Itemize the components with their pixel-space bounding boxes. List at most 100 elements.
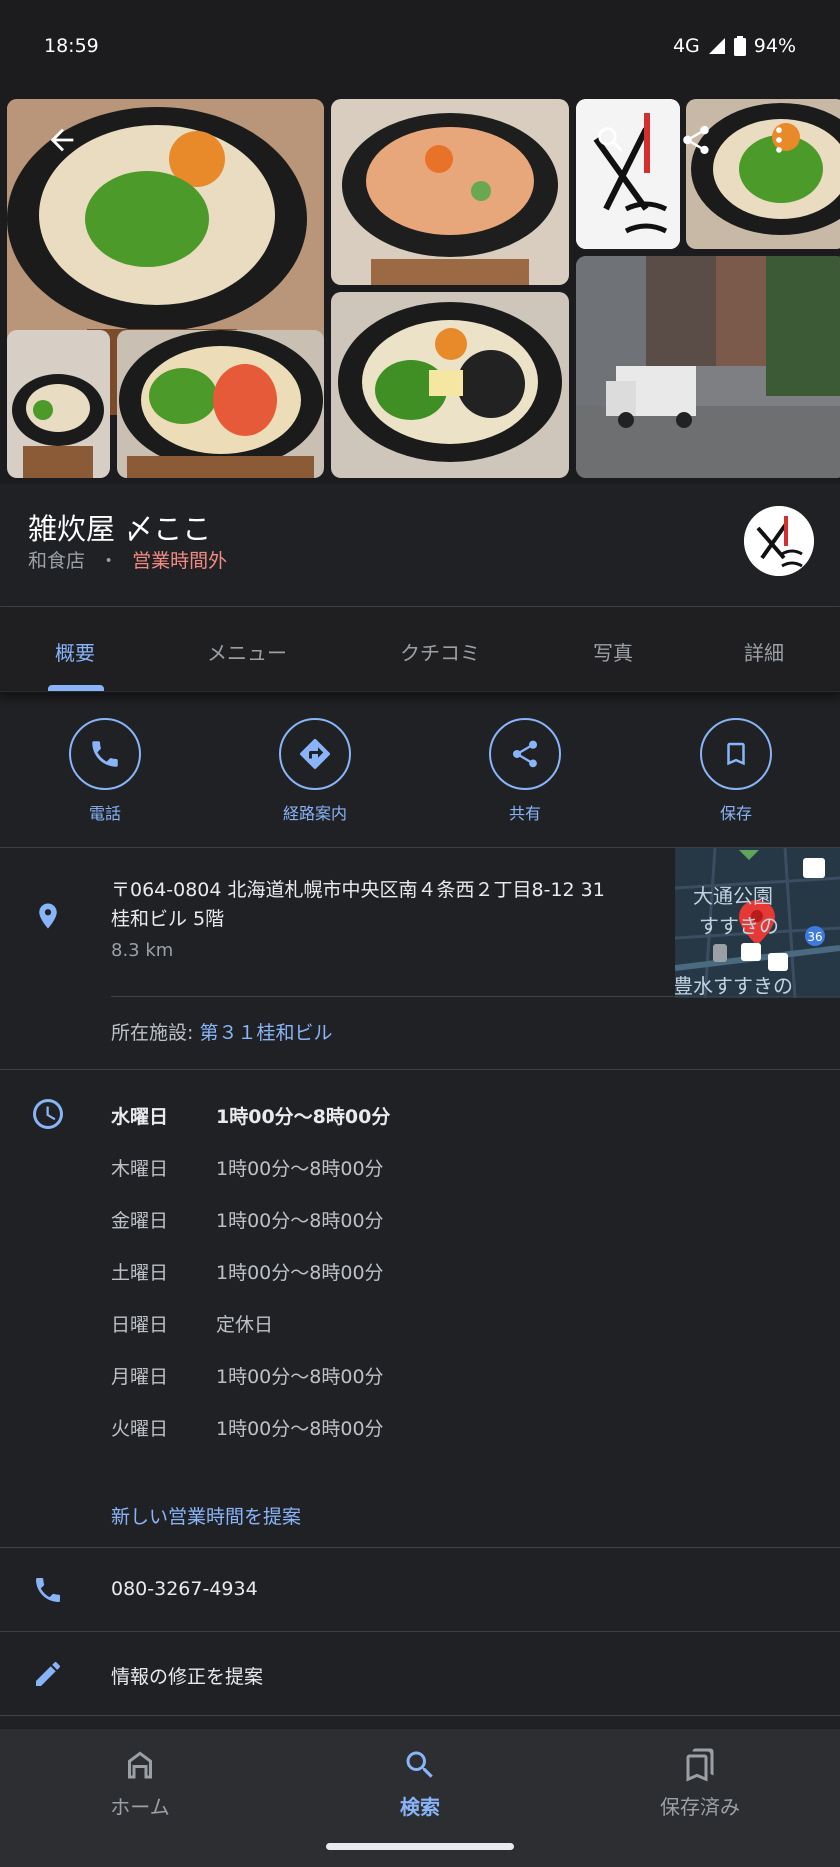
hours-icon-wrap bbox=[30, 1096, 66, 1132]
hours-row-thu: 木曜日 1時00分～8時00分 bbox=[111, 1154, 384, 1181]
tab-reviews[interactable]: クチコミ bbox=[400, 637, 480, 666]
gesture-home-indicator[interactable] bbox=[326, 1843, 514, 1850]
map-label-park: 大通公園 bbox=[693, 884, 773, 908]
logo-image-icon bbox=[744, 506, 814, 576]
battery-percent: 94% bbox=[753, 35, 796, 57]
status-bar: 18:59 4G 94% bbox=[0, 0, 840, 92]
tab-photos[interactable]: 写真 bbox=[593, 637, 633, 666]
hours-day: 水曜日 bbox=[111, 1106, 169, 1128]
facility-link[interactable]: 第３１桂和ビル bbox=[199, 1022, 332, 1044]
nav-saved-label: 保存済み bbox=[660, 1795, 740, 1819]
edit-icon-wrap bbox=[30, 1656, 66, 1692]
photo-zosui-kimchi[interactable] bbox=[117, 330, 324, 478]
share-label: 共有 bbox=[508, 804, 541, 823]
directions-button[interactable]: 経路案内 bbox=[245, 718, 385, 824]
save-label: 保存 bbox=[719, 804, 752, 823]
distance-text: 8.3 km bbox=[111, 940, 174, 961]
photo-zosui-5[interactable] bbox=[7, 330, 110, 478]
hours-day: 土曜日 bbox=[111, 1262, 169, 1284]
suggest-edit-row[interactable]: 情報の修正を提案 bbox=[0, 1632, 840, 1716]
call-button[interactable]: 電話 bbox=[35, 718, 175, 824]
place-logo[interactable] bbox=[744, 506, 814, 576]
nav-home-label: ホーム bbox=[110, 1795, 170, 1819]
nav-search[interactable]: 検索 bbox=[320, 1747, 520, 1820]
hours-day: 日曜日 bbox=[111, 1314, 169, 1336]
hours-time: 1時00分～8時00分 bbox=[216, 1158, 384, 1180]
address-line-1: 〒064-0804 北海道札幌市中央区南４条西２丁目8-12 31 bbox=[111, 879, 605, 901]
top-controls bbox=[0, 108, 840, 172]
map-label-area2: 豊水すすきの bbox=[675, 974, 793, 998]
photo-zosui-4[interactable] bbox=[331, 292, 569, 478]
more-vert-icon bbox=[776, 127, 782, 153]
tab-menu[interactable]: メニュー bbox=[207, 637, 287, 666]
tab-details[interactable]: 詳細 bbox=[744, 637, 784, 666]
clock-icon bbox=[33, 1099, 63, 1129]
map-label-area: すすきの bbox=[699, 914, 779, 938]
hours-row-sat: 土曜日 1時00分～8時00分 bbox=[111, 1258, 384, 1285]
share-top-button[interactable] bbox=[668, 112, 724, 168]
suggest-hours-link[interactable]: 新しい営業時間を提案 bbox=[111, 1502, 301, 1529]
phone-icon-wrap bbox=[30, 1572, 66, 1608]
nav-saved[interactable]: 保存済み bbox=[600, 1747, 800, 1820]
place-header: 雑炊屋 〆ここ 和食店 ・ 営業時間外 bbox=[0, 484, 840, 606]
hours-time: 1時00分～8時00分 bbox=[216, 1106, 391, 1128]
address-icon-wrap bbox=[30, 898, 66, 934]
open-status[interactable]: 営業時間外 bbox=[132, 550, 227, 572]
home-icon bbox=[128, 1751, 152, 1779]
directions-circle bbox=[279, 718, 351, 790]
facility-row: 所在施設: 第３１桂和ビル bbox=[111, 1018, 332, 1045]
place-title: 雑炊屋 〆ここ bbox=[28, 512, 212, 546]
mini-map[interactable]: 36 大通公園 すすきの 豊水すすきの bbox=[675, 848, 840, 998]
hours-row-fri: 金曜日 1時00分～8時00分 bbox=[111, 1206, 384, 1233]
hours-time: 1時00分～8時00分 bbox=[216, 1262, 384, 1284]
hours-row-mon: 月曜日 1時00分～8時00分 bbox=[111, 1362, 384, 1389]
phone-number: 080-3267-4934 bbox=[111, 1578, 258, 1600]
search-button[interactable] bbox=[583, 112, 639, 168]
share-button[interactable]: 共有 bbox=[455, 718, 595, 824]
hours-day: 月曜日 bbox=[111, 1366, 169, 1388]
address-line-2: 桂和ビル 5階 bbox=[111, 908, 225, 930]
bookmark-icon bbox=[727, 742, 745, 766]
call-circle bbox=[69, 718, 141, 790]
address-section: 〒064-0804 北海道札幌市中央区南４条西２丁目8-12 31 桂和ビル 5… bbox=[0, 848, 840, 1070]
location-pin-icon bbox=[39, 903, 57, 929]
phone-row[interactable]: 080-3267-4934 bbox=[0, 1548, 840, 1632]
nav-home[interactable]: ホーム bbox=[40, 1747, 240, 1820]
saved-bookmarks-icon bbox=[686, 1748, 714, 1782]
action-buttons: 電話 経路案内 共有 保存 bbox=[0, 692, 840, 848]
address-text[interactable]: 〒064-0804 北海道札幌市中央区南４条西２丁目8-12 31 桂和ビル 5… bbox=[111, 876, 651, 934]
subtitle-separator: ・ bbox=[99, 550, 119, 572]
share-circle bbox=[489, 718, 561, 790]
directions-label: 経路案内 bbox=[282, 804, 347, 823]
tab-overview[interactable]: 概要 bbox=[55, 637, 95, 666]
facility-label: 所在施設: bbox=[111, 1022, 200, 1044]
hours-time: 1時00分～8時00分 bbox=[216, 1366, 384, 1388]
address-divider bbox=[111, 996, 840, 997]
active-tab-indicator bbox=[48, 685, 104, 691]
search-icon bbox=[406, 1751, 433, 1778]
network-label: 4G bbox=[672, 35, 700, 57]
share-icon bbox=[512, 740, 538, 768]
photo-street[interactable] bbox=[576, 256, 840, 478]
share-icon bbox=[683, 125, 709, 155]
back-button[interactable] bbox=[34, 112, 90, 168]
hours-day: 木曜日 bbox=[111, 1158, 169, 1180]
hours-time: 1時00分～8時00分 bbox=[216, 1210, 384, 1232]
save-button[interactable]: 保存 bbox=[666, 718, 806, 824]
hours-section: 水曜日 1時00分～8時00分 木曜日 1時00分～8時00分 金曜日 1時00… bbox=[0, 1070, 840, 1548]
route-number: 36 bbox=[807, 930, 822, 944]
phone-icon bbox=[92, 741, 118, 767]
suggest-edit-text: 情報の修正を提案 bbox=[111, 1666, 264, 1688]
hours-day: 火曜日 bbox=[111, 1418, 169, 1440]
hours-row-tue: 火曜日 1時00分～8時00分 bbox=[111, 1414, 384, 1441]
nav-search-label: 検索 bbox=[400, 1795, 440, 1819]
status-time: 18:59 bbox=[44, 35, 99, 57]
tab-bar: 概要 メニュー クチコミ 写真 詳細 bbox=[0, 606, 840, 692]
search-icon bbox=[598, 127, 624, 153]
place-category: 和食店 bbox=[28, 550, 86, 572]
directions-icon bbox=[300, 738, 331, 769]
more-options-button[interactable] bbox=[751, 112, 807, 168]
signal-icon bbox=[708, 38, 725, 54]
place-subtitle: 和食店 ・ 営業時間外 bbox=[28, 546, 227, 573]
hours-time: 定休日 bbox=[216, 1314, 274, 1336]
